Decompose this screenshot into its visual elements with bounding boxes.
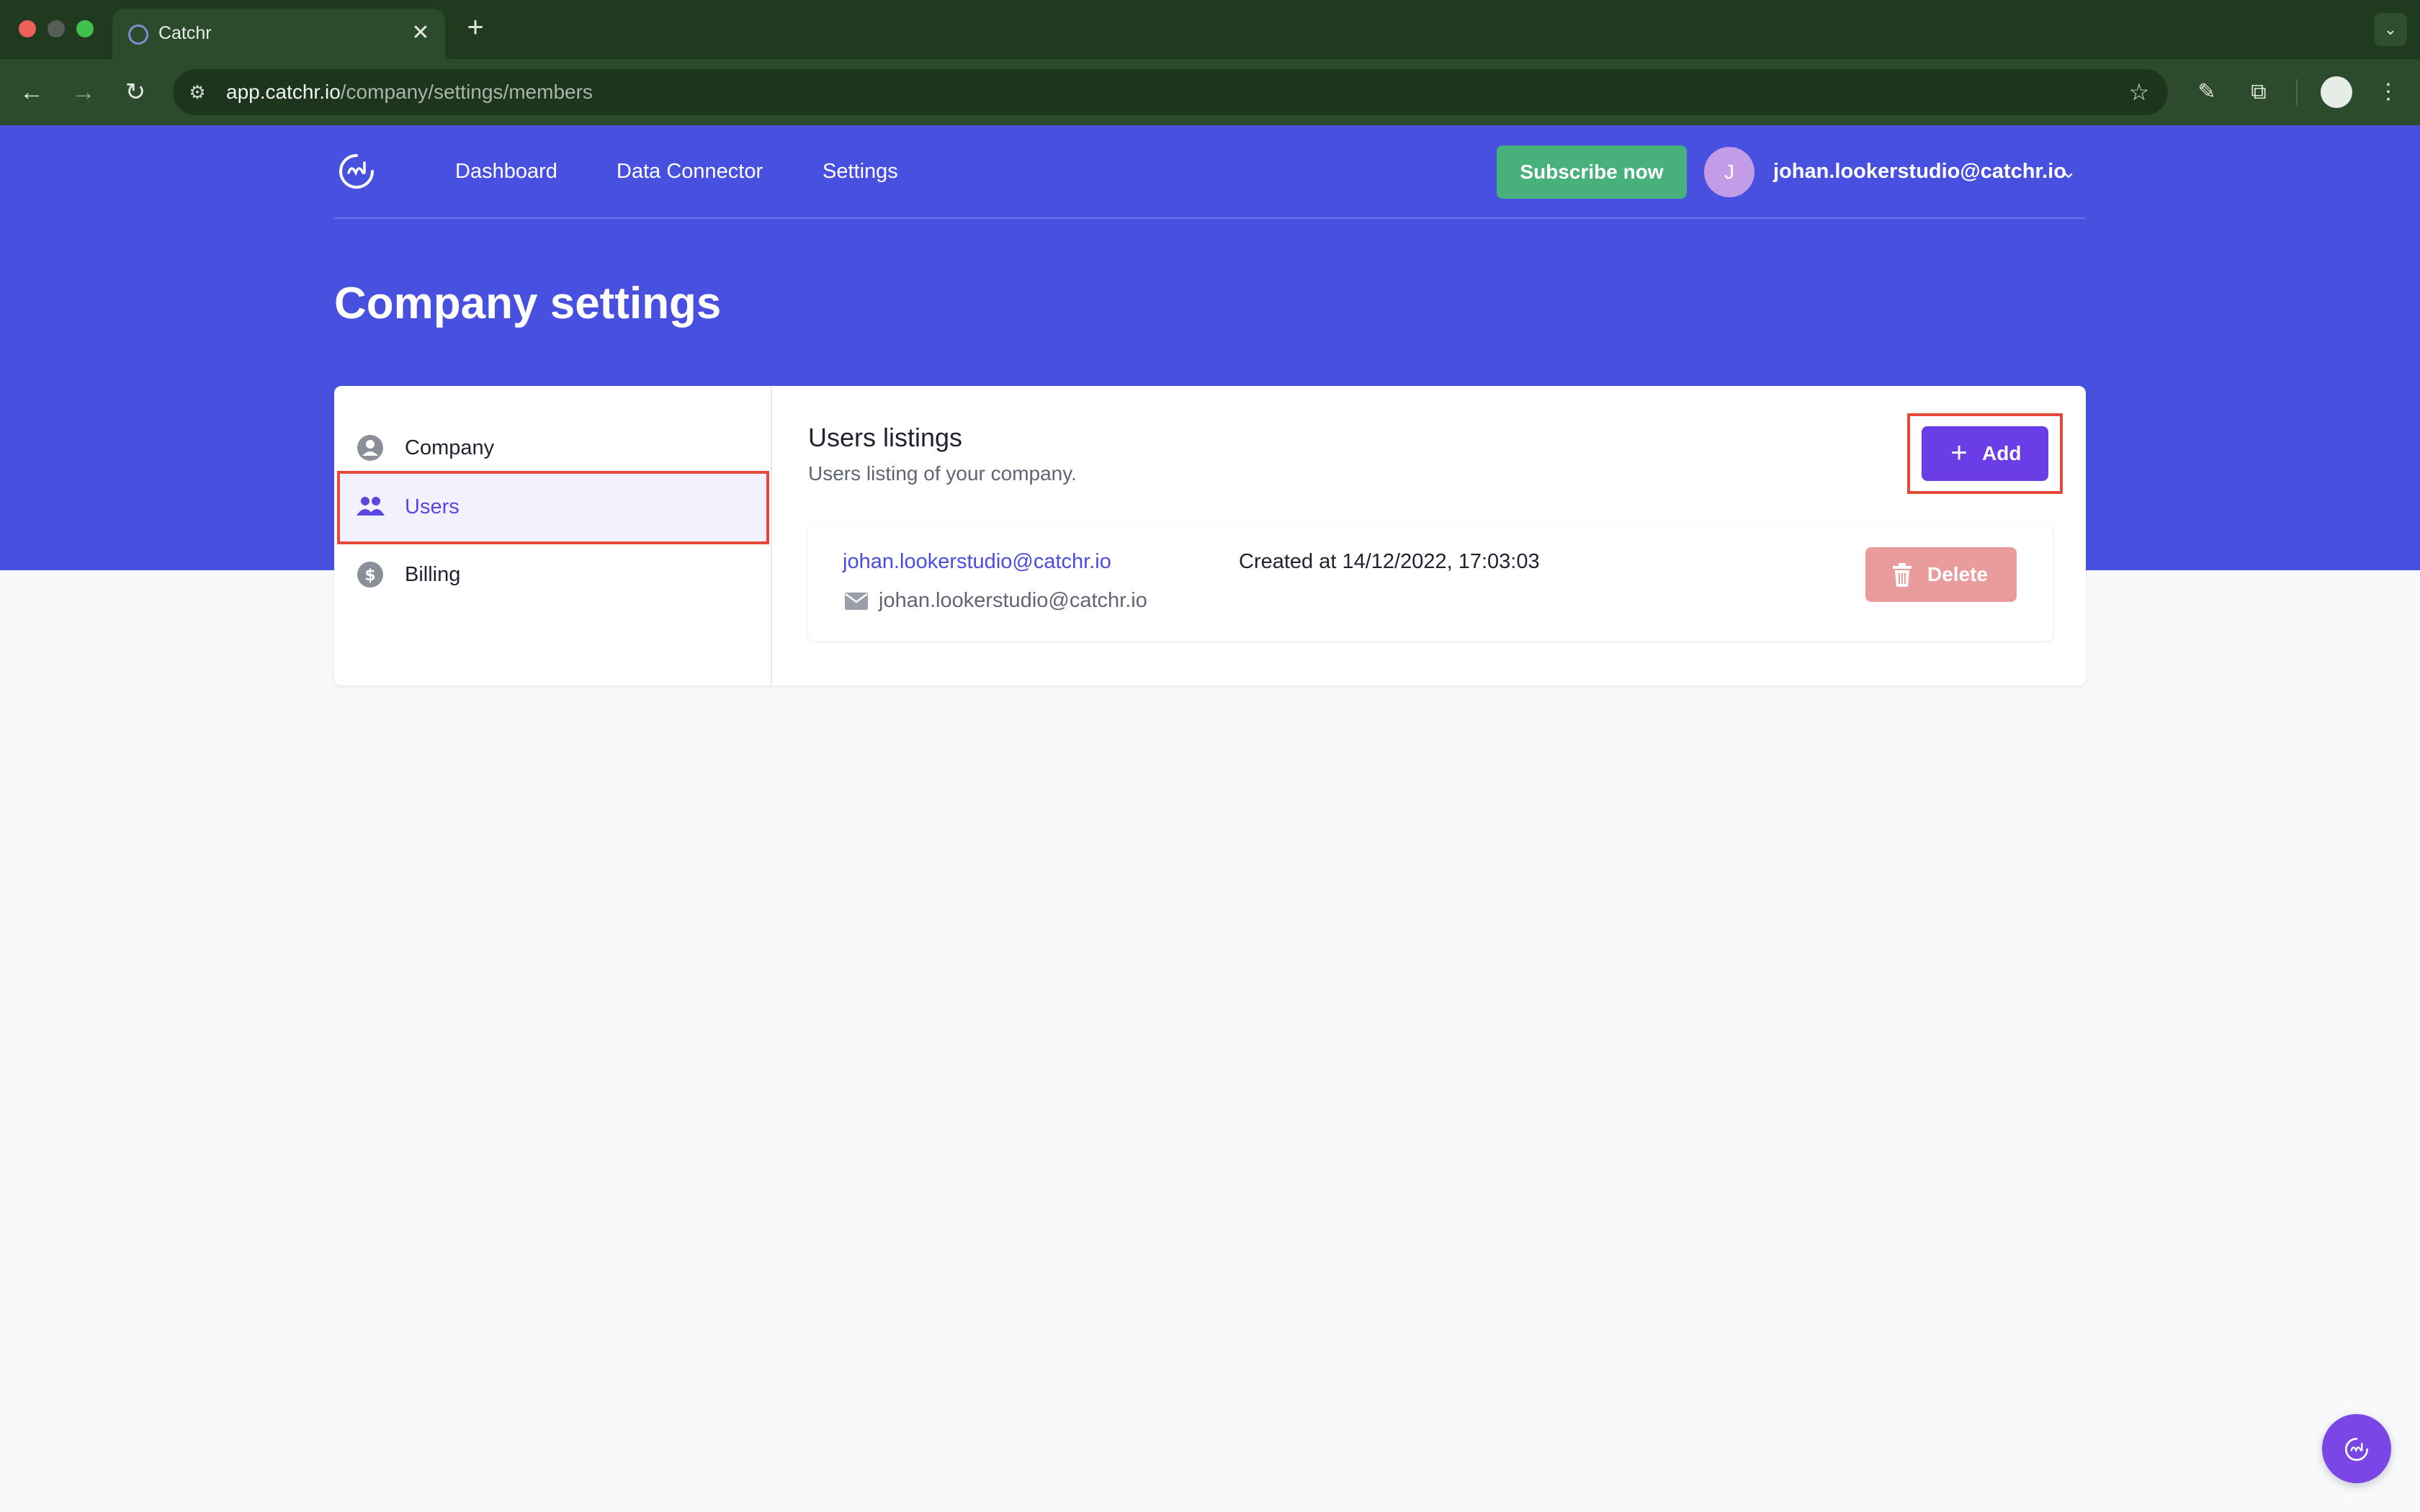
envelope-icon [845,593,868,610]
browser-toolbar: ← → ↻ ⚙ app.catchr.io/company/settings/m… [0,59,2420,125]
site-settings-icon[interactable]: ⚙ [184,79,210,105]
back-arrow-icon[interactable]: ← [14,75,49,109]
browser-tab[interactable]: Catchr ✕ [112,9,445,59]
catchr-logo-icon[interactable] [333,151,380,192]
sidebar-item-billing[interactable]: $ Billing [337,539,769,612]
user-name-link[interactable]: johan.lookerstudio@catchr.io [843,547,1111,576]
sidebar-item-label: Users [405,495,460,518]
trash-icon [1893,563,1912,587]
url-path: /company/settings/members [340,81,593,103]
settings-card: Company Users $ Billing Users listings U… [334,386,2086,685]
nav-data-connector[interactable]: Data Connector [617,157,763,186]
forward-arrow-icon[interactable]: → [66,75,101,109]
window-minimize-button[interactable] [48,20,65,37]
url-host: app.catchr.io [226,81,341,103]
user-circle-icon [357,435,383,461]
add-user-button[interactable]: + Add [1922,426,2048,481]
user-row: johan.lookerstudio@catchr.io johan.looke… [808,524,2053,641]
plus-icon: + [1950,437,1968,469]
svg-text:$: $ [364,567,375,585]
page-title: Company settings [334,279,722,328]
dollar-circle-icon: $ [357,562,383,588]
section-subtitle: Users listing of your company. [808,462,1077,485]
user-menu-email[interactable]: johan.lookerstudio@catchr.io [1773,157,2066,186]
delete-button-label: Delete [1927,563,1989,585]
user-email: johan.lookerstudio@catchr.io [879,589,1147,612]
extensions-puzzle-icon[interactable]: ⧉ [2241,75,2276,109]
sidebar-item-label: Company [405,436,495,459]
users-icon [357,497,385,516]
delete-user-button[interactable]: Delete [1865,547,2017,602]
window-maximize-button[interactable] [76,20,94,37]
toolbar-divider [2296,79,2298,105]
settings-sidebar: Company Users $ Billing [334,386,772,685]
browser-profile-avatar[interactable] [2321,76,2352,108]
address-bar[interactable]: ⚙ app.catchr.io/company/settings/members… [173,69,2168,115]
new-tab-button[interactable]: + [461,13,490,42]
browser-menu-icon[interactable]: ⋮ [2371,75,2406,109]
header-divider [334,217,2086,219]
users-panel: Users listings Users listing of your com… [774,386,2086,685]
chevron-down-icon[interactable]: ⌄ [2056,158,2081,184]
tab-close-icon[interactable]: ✕ [406,19,435,48]
nav-dashboard[interactable]: Dashboard [455,157,557,186]
reload-icon[interactable]: ↻ [118,75,153,109]
url-text[interactable]: app.catchr.io/company/settings/members [226,79,593,105]
catchr-logo-icon [2345,1438,2368,1461]
user-created-at: Created at 14/12/2022, 17:03:03 [1239,550,1540,573]
tab-search-chevron-icon[interactable]: ⌄ [2374,13,2407,46]
sidebar-item-label: Billing [405,563,461,586]
sidebar-item-users[interactable]: Users [337,471,769,544]
window-close-button[interactable] [19,20,36,37]
section-title: Users listings [808,423,963,452]
support-chat-button[interactable] [2322,1414,2391,1483]
avatar[interactable]: J [1704,147,1754,197]
subscribe-now-button[interactable]: Subscribe now [1497,145,1687,199]
tab-title: Catchr [158,23,212,43]
bookmark-star-icon[interactable]: ☆ [2125,78,2154,107]
eyedropper-icon[interactable]: ✎ [2190,75,2224,109]
browser-tab-bar: Catchr ✕ + ⌄ [0,0,2420,59]
catchr-favicon-icon [128,24,148,45]
nav-settings[interactable]: Settings [823,157,898,186]
add-button-label: Add [1982,442,2022,464]
